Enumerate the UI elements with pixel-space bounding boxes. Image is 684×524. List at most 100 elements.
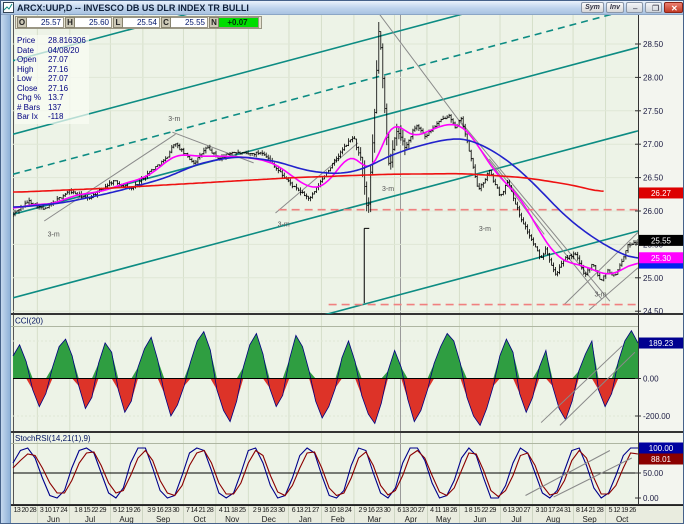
week-day-labels: 1 8 15 22 29 [460, 506, 499, 515]
week-day-labels: 2 9 16 23 30 [249, 506, 288, 515]
week-day-labels: 5 12 19 26 [606, 506, 638, 515]
week-day-labels: 3 10 17 24 31 [533, 506, 572, 515]
svg-text:26.50: 26.50 [643, 174, 664, 183]
data-window-key: Low [17, 74, 48, 84]
data-window-row: Open27.07 [17, 55, 86, 65]
week-day-labels: 4 11 18 26 [428, 506, 460, 515]
quote-field-label: N [209, 17, 219, 28]
window-title: ARCX:UUP,D -- INVESCO DB US DLR INDEX TR… [17, 3, 249, 13]
week-day-labels: 8 14 21 28 [574, 506, 606, 515]
month-label: Jul [70, 515, 109, 524]
month-label: Jan 2020 [289, 515, 321, 524]
month-label [13, 515, 37, 524]
month-label: Jun [38, 515, 70, 524]
data-window-value: 27.07 [48, 55, 68, 65]
svg-text:189.23: 189.23 [649, 339, 674, 348]
quote-field-value: 25.57 [27, 17, 64, 28]
month-label: Sep [574, 515, 606, 524]
week-day-labels: 6 13 20 27 [395, 506, 427, 515]
svg-text:0.00: 0.00 [643, 494, 659, 503]
week-day-labels: 3 9 16 23 30 [143, 506, 182, 515]
maximize-button[interactable]: ❐ [645, 2, 662, 13]
close-button[interactable]: ✕ [664, 2, 683, 13]
data-window-key: Chg % [17, 93, 48, 103]
month-label: Sep [143, 515, 182, 524]
app-chart-icon [3, 2, 14, 13]
month-cell: 3 10 18 24Feb [321, 506, 354, 524]
month-label: Oct [184, 515, 216, 524]
quote-field-value: 25.60 [75, 17, 112, 28]
data-window-key: Close [17, 84, 48, 94]
month-label: Mar [355, 515, 394, 524]
data-window-key: High [17, 65, 48, 75]
week-day-labels: 13 20 28 [13, 506, 37, 515]
month-cell: 4 11 18 26May [427, 506, 460, 524]
svg-text:3-m: 3-m [479, 226, 491, 233]
svg-text:26.27: 26.27 [651, 189, 672, 198]
data-window-row: Date04/08/20 [17, 46, 86, 56]
quote-field-label: C [161, 17, 171, 28]
sym-button[interactable]: Sym [581, 2, 604, 13]
month-cell: 6 13 20 27Jul [500, 506, 533, 524]
svg-text:50.00: 50.00 [643, 469, 664, 478]
month-cell: 4 11 18 25Nov [215, 506, 248, 524]
svg-text:28.50: 28.50 [643, 40, 664, 49]
month-cell: 6 13 20 27Apr [394, 506, 427, 524]
cci-indicator-panel[interactable]: CCI(20)0.00-200.00189.23 [11, 314, 684, 432]
quote-field-label: H [65, 17, 75, 28]
month-cell: 1 8 15 22 29Jul [69, 506, 109, 524]
price-chart-panel[interactable]: 3-m3-m3-m3-m3-m3-m28.5028.0027.5027.0026… [11, 15, 684, 314]
week-day-labels: 4 11 18 25 [216, 506, 248, 515]
inv-button[interactable]: Inv [606, 2, 624, 13]
svg-text:24.50: 24.50 [643, 307, 664, 314]
month-cell: 2 9 16 23 30Mar [354, 506, 394, 524]
week-day-labels: 7 14 21 28 [184, 506, 216, 515]
stochrsi-indicator-panel[interactable]: StochRSI(14,21(1),9)50.000.00100.0088.01 [11, 432, 684, 505]
data-window-value: 27.16 [48, 84, 68, 94]
date-axis: 13 20 283 10 17 24Jun1 8 15 22 29Jul5 12… [11, 505, 684, 524]
week-day-labels: 6 13 21 27 [289, 506, 321, 515]
week-day-labels: 5 12 19 26 [111, 506, 143, 515]
window-buttons: Sym Inv – ❐ ✕ [581, 2, 683, 13]
svg-text:27.00: 27.00 [643, 140, 664, 149]
month-cell: 6 13 21 27Jan 2020 [288, 506, 321, 524]
week-day-labels: 3 10 17 24 [38, 506, 70, 515]
month-cell: 13 20 28 [13, 506, 37, 524]
data-window-row: # Bars137 [17, 103, 86, 113]
month-label: Aug [111, 515, 143, 524]
month-label: Oct [606, 515, 638, 524]
date-axis-months: 13 20 283 10 17 24Jun1 8 15 22 29Jul5 12… [13, 506, 638, 524]
svg-text:25.30: 25.30 [651, 254, 672, 263]
chart-area: 3-m3-m3-m3-m3-m3-m28.5028.0027.5027.0026… [11, 15, 684, 524]
month-label: Apr [395, 515, 427, 524]
data-window-value: 137 [48, 103, 61, 113]
data-window-row: Bar Ix-118 [17, 112, 86, 122]
quote-field-value: 25.54 [123, 17, 160, 28]
data-window-row: Low27.07 [17, 74, 86, 84]
stochrsi-label: StochRSI(14,21(1),9) [15, 434, 91, 443]
month-label: Jul [501, 515, 533, 524]
svg-text:100.00: 100.00 [649, 444, 674, 453]
quote-field-value: +0.07 [219, 17, 259, 28]
data-window-key: # Bars [17, 103, 48, 113]
chart-window: ARCX:UUP,D -- INVESCO DB US DLR INDEX TR… [0, 0, 684, 524]
svg-text:3-m: 3-m [594, 292, 606, 299]
data-window-value: 27.16 [48, 65, 68, 75]
svg-text:3-m: 3-m [278, 221, 290, 228]
week-day-labels: 6 13 20 27 [501, 506, 533, 515]
data-window-value: 13.7 [48, 93, 64, 103]
data-window-row: Price28.816306 [17, 36, 86, 46]
title-bar[interactable]: ARCX:UUP,D -- INVESCO DB US DLR INDEX TR… [1, 1, 684, 15]
quote-field-label: O [17, 17, 27, 28]
data-window-value: -118 [48, 112, 63, 122]
month-label: Feb [322, 515, 354, 524]
month-label: Jun [460, 515, 499, 524]
month-label: Aug [533, 515, 572, 524]
month-cell: 2 9 16 23 30Dec [248, 506, 288, 524]
data-window-row: Close27.16 [17, 84, 86, 94]
minimize-button[interactable]: – [626, 2, 643, 13]
data-window-row: Chg %13.7 [17, 93, 86, 103]
data-window-key: Bar Ix [17, 112, 48, 122]
svg-text:3-m: 3-m [48, 231, 60, 238]
svg-text:3-m: 3-m [382, 186, 394, 193]
